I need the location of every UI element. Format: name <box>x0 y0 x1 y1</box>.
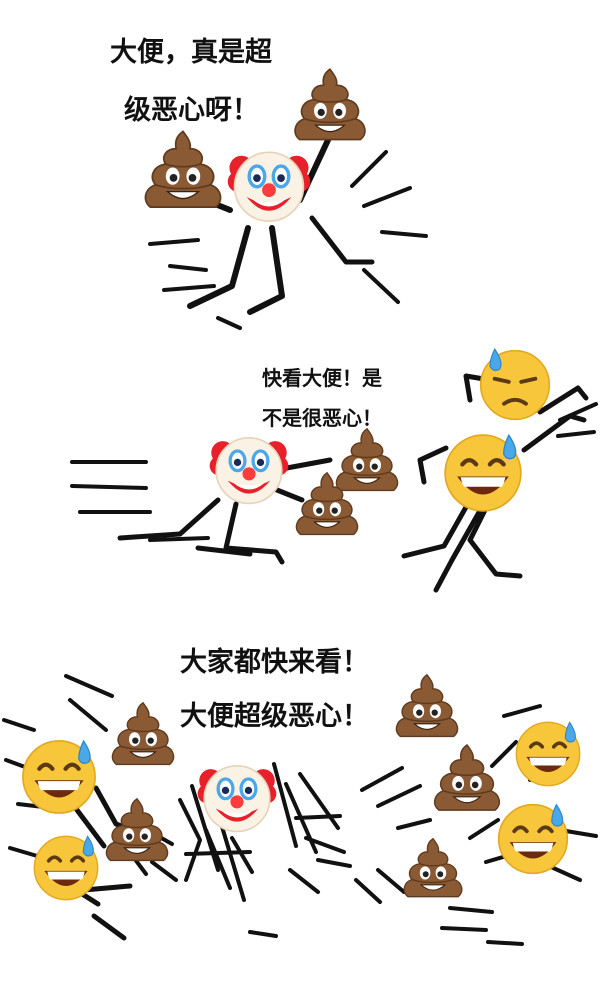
pile-of-poo-icon <box>294 68 366 141</box>
panel-1-caption-line-2: 级恶心呀！ <box>124 95 259 126</box>
comic-canvas <box>2 68 598 946</box>
panel-1-caption-line-1: 大便，真是超 <box>110 37 272 68</box>
pile-of-poo-icon <box>144 130 222 208</box>
grinning-face-with-sweat-icon <box>445 435 521 511</box>
grinning-face-with-sweat-icon <box>32 834 100 902</box>
pile-of-poo-icon <box>111 702 175 766</box>
pile-of-poo-icon <box>403 837 463 898</box>
clown-face-icon <box>207 436 290 506</box>
clown-face-icon <box>195 764 278 834</box>
panel-2-caption-line-1: 快看大便！是 <box>262 366 382 390</box>
panel-3-caption-line-1: 大家都快来看！ <box>180 647 369 678</box>
panel-3-caption-line-2: 大便超级恶心！ <box>180 701 369 732</box>
grinning-face-with-sweat-icon <box>23 741 95 813</box>
pile-of-poo-icon <box>395 674 459 738</box>
pile-of-poo-icon <box>433 744 501 811</box>
grinning-face-with-sweat-icon <box>514 720 582 788</box>
pile-of-poo-icon <box>335 428 399 492</box>
clown-face-icon <box>226 150 312 223</box>
panel-2-caption-line-2: 不是很恶心！ <box>262 406 382 430</box>
grinning-face-with-sweat-icon <box>496 802 570 876</box>
downcast-face-with-sweat-icon <box>478 347 552 422</box>
pile-of-poo-icon <box>105 798 169 862</box>
